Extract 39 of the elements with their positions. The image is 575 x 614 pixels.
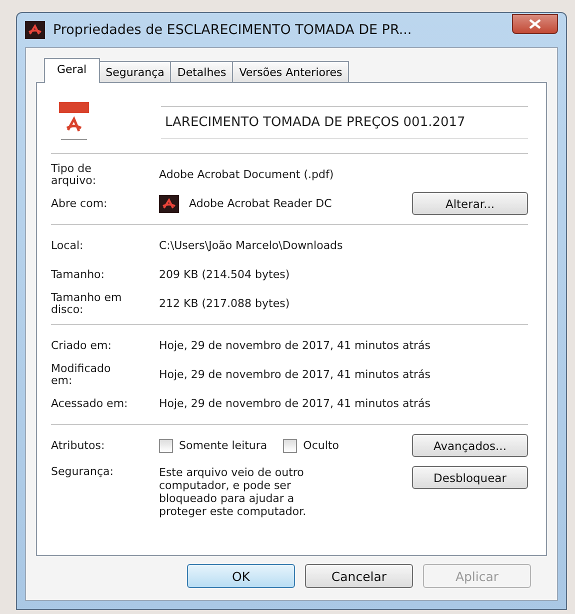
- tab[interactable]: Segurança: [98, 61, 172, 82]
- checkbox[interactable]: [283, 438, 298, 452]
- security-note: Este arquivo veio de outro computador, e pode ser bloqueado para ajudar a proteger este computador.: [159, 466, 308, 518]
- field-label: Modificado em:: [51, 362, 112, 386]
- field-label: Abre com:: [51, 198, 108, 210]
- field-label: Tipo de arquivo:: [51, 162, 98, 186]
- acrobat-icon: [159, 194, 179, 212]
- close-button[interactable]: [512, 14, 558, 34]
- field-label: Segurança:: [51, 466, 114, 478]
- field-label: Tamanho em disco:: [51, 292, 123, 316]
- file-name-field[interactable]: LARECIMENTO TOMADA DE PREÇOS 001.2017: [161, 106, 528, 138]
- pdf-file-icon: [57, 102, 91, 142]
- unblock-button[interactable]: Desbloquear: [412, 466, 528, 489]
- checkbox-label: Somente leitura: [179, 439, 268, 452]
- acrobat-icon: [25, 21, 45, 39]
- tab[interactable]: Detalhes: [170, 61, 234, 82]
- field-value: Adobe Acrobat Document (.pdf): [159, 168, 334, 181]
- field-value: C:\Users\João Marcelo\Downloads: [159, 239, 343, 252]
- checkbox-label: Oculto: [303, 439, 339, 452]
- field-label: Criado em:: [51, 340, 112, 352]
- field-value: Hoje, 29 de novembro de 2017, 41 minutos atrás: [159, 368, 431, 381]
- field-label: Acessado em:: [51, 398, 129, 410]
- tab[interactable]: Versões Anteriores: [232, 61, 350, 82]
- checkbox[interactable]: [159, 438, 173, 452]
- advanced-button[interactable]: Avançados...: [412, 434, 528, 457]
- field-label: Local:: [51, 240, 84, 252]
- dialog-button[interactable]: Cancelar: [305, 564, 413, 588]
- field-value: Adobe Acrobat Reader DC: [189, 197, 332, 210]
- field-label: Tamanho:: [51, 268, 106, 280]
- tab[interactable]: Geral: [44, 58, 100, 83]
- field-label: Atributos:: [51, 440, 106, 452]
- field-value: 212 KB (217.088 bytes): [159, 297, 290, 310]
- close-icon: [529, 19, 541, 29]
- change-button[interactable]: Alterar...: [412, 192, 528, 215]
- dialog-button[interactable]: OK: [187, 564, 295, 588]
- field-value: Hoje, 29 de novembro de 2017, 41 minutos atrás: [159, 339, 431, 352]
- window-title: Propriedades de ESCLARECIMENTO TOMADA DE PR...: [53, 22, 413, 38]
- field-value: Hoje, 29 de novembro de 2017, 41 minutos atrás: [159, 397, 431, 410]
- field-value: 209 KB (214.504 bytes): [159, 268, 290, 281]
